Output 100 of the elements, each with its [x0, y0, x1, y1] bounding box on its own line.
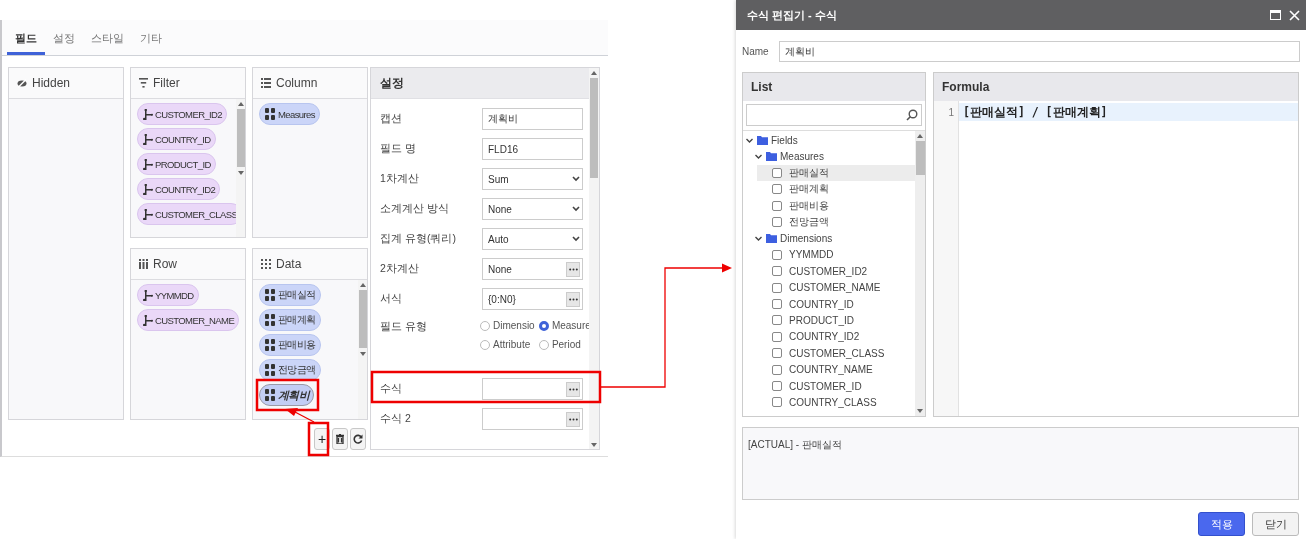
tree-item[interactable]: CUSTOMER_CLASS — [789, 347, 885, 359]
checkbox[interactable] — [772, 266, 782, 277]
ellipsis-button[interactable] — [566, 381, 580, 397]
scrollbar[interactable] — [358, 280, 367, 419]
delete-button[interactable] — [332, 428, 348, 450]
checkbox[interactable] — [772, 249, 782, 260]
tree-row[interactable]: CUSTOMER_NAME — [757, 279, 915, 296]
field-chip[interactable]: CUSTOMER_NAME — [137, 309, 240, 331]
radio-button[interactable] — [538, 339, 549, 350]
checkbox[interactable] — [772, 348, 782, 359]
tree-item[interactable]: Fields — [771, 134, 798, 146]
tree-row[interactable]: 판매비용 — [757, 197, 915, 214]
tree-item[interactable]: CUSTOMER_ID — [789, 380, 862, 392]
tree-item[interactable]: 전망금액 — [789, 215, 829, 230]
radio-button[interactable] — [538, 320, 549, 331]
field-chip[interactable]: 전망금액 — [259, 359, 321, 381]
tree-row[interactable]: 판매실적 — [757, 164, 915, 182]
field-chip[interactable]: PRODUCT_ID — [137, 153, 216, 175]
tree-row[interactable]: COUNTRY_ID — [757, 295, 915, 313]
field-chip[interactable]: YYMMDD — [137, 284, 199, 306]
checkbox[interactable] — [772, 331, 782, 342]
radio-option[interactable]: Period — [538, 339, 592, 350]
radio-option[interactable]: Attribute — [480, 339, 536, 350]
tree-item[interactable]: 판매실적 — [789, 165, 829, 180]
field-chip[interactable]: 계획비 — [259, 384, 315, 406]
ellipsis-button[interactable] — [566, 291, 580, 307]
tree-item[interactable]: PRODUCT_ID — [789, 315, 854, 326]
scrollbar[interactable] — [915, 131, 925, 416]
tree-row[interactable]: 판매계획 — [757, 181, 915, 198]
close-icon[interactable] — [1289, 9, 1300, 21]
close-button[interactable]: 닫기 — [1252, 512, 1299, 536]
tree-toggle[interactable] — [746, 136, 754, 144]
tree-row[interactable]: YYMMDD — [757, 246, 915, 264]
search-field[interactable] — [746, 104, 922, 126]
dropdown[interactable]: Sum — [482, 168, 583, 190]
tree-item[interactable]: COUNTRY_CLASS — [789, 396, 877, 408]
scrollbar[interactable] — [236, 99, 245, 237]
scroll-thumb[interactable] — [358, 290, 367, 348]
picker-field[interactable] — [482, 408, 583, 430]
field-chip[interactable]: 판매실적 — [259, 284, 321, 306]
picker-field[interactable]: {0:N0} — [482, 288, 583, 310]
field-chip[interactable]: Measures — [259, 103, 320, 125]
maximize-icon[interactable] — [1270, 10, 1281, 20]
checkbox[interactable] — [772, 184, 782, 195]
picker-field[interactable] — [482, 378, 583, 400]
tree-item[interactable]: CUSTOMER_ID2 — [789, 265, 868, 277]
tree-item[interactable]: Measures — [780, 151, 824, 163]
checkbox[interactable] — [772, 381, 782, 392]
checkbox[interactable] — [772, 282, 782, 293]
input-field[interactable]: 계획비 — [482, 108, 583, 130]
tree-item[interactable]: YYMMDD — [789, 249, 834, 261]
tree-row[interactable]: 전망금액 — [757, 213, 915, 231]
tree-row[interactable]: COUNTRY_ID2 — [757, 328, 915, 346]
tree-row[interactable]: PRODUCT_ID — [757, 312, 915, 329]
ellipsis-button[interactable] — [566, 261, 580, 277]
field-chip[interactable]: CUSTOMER_ID2 — [137, 103, 228, 125]
tree-row[interactable]: COUNTRY_NAME — [757, 361, 915, 378]
code-editor[interactable]: 1 [판매실적] / [판매계획] — [934, 101, 1298, 416]
tab[interactable]: 기타 — [132, 20, 170, 55]
radio-button[interactable] — [480, 320, 490, 331]
tree-row[interactable]: CUSTOMER_ID2 — [757, 263, 915, 280]
tree-item[interactable]: Dimensions — [780, 233, 833, 245]
checkbox[interactable] — [772, 364, 782, 375]
tree-row[interactable]: COUNTRY_CLASS — [757, 394, 915, 411]
checkbox[interactable] — [772, 315, 782, 326]
tree-toggle[interactable] — [755, 153, 763, 161]
field-chip[interactable]: COUNTRY_ID — [137, 128, 216, 150]
checkbox[interactable] — [772, 167, 782, 178]
checkbox[interactable] — [772, 200, 782, 211]
picker-field[interactable]: None — [482, 258, 583, 280]
dropdown[interactable]: Auto — [482, 228, 583, 250]
tab[interactable]: 필드 — [7, 20, 45, 55]
radio-option[interactable]: Dimensio — [480, 320, 536, 331]
ellipsis-button[interactable] — [566, 411, 580, 427]
field-chip[interactable]: CUSTOMER_CLASS — [137, 203, 236, 225]
field-chip[interactable]: 판매계획 — [259, 309, 321, 331]
tree-toggle[interactable] — [755, 235, 763, 243]
tree-item[interactable]: CUSTOMER_NAME — [789, 282, 881, 294]
refresh-button[interactable] — [350, 428, 366, 450]
tab[interactable]: 스타일 — [83, 20, 132, 55]
checkbox[interactable] — [772, 217, 782, 228]
radio-button[interactable] — [480, 339, 490, 350]
input-field[interactable]: FLD16 — [482, 138, 583, 160]
scrollbar[interactable] — [589, 68, 599, 449]
field-chip[interactable]: COUNTRY_ID2 — [137, 178, 221, 200]
tree-item[interactable]: COUNTRY_ID2 — [789, 331, 860, 343]
scroll-thumb[interactable] — [915, 141, 925, 175]
field-chip[interactable]: 판매비용 — [259, 334, 321, 356]
tree-item[interactable]: COUNTRY_ID — [789, 298, 854, 310]
tree-item[interactable]: COUNTRY_NAME — [789, 364, 873, 376]
scroll-thumb[interactable] — [236, 109, 245, 167]
input-field[interactable]: 계획비 — [778, 41, 1300, 62]
dropdown[interactable]: None — [482, 198, 583, 220]
checkbox[interactable] — [772, 397, 782, 408]
tab[interactable]: 설정 — [45, 20, 83, 55]
radio-option[interactable]: Measure — [538, 320, 592, 331]
tree-item[interactable]: 판매계획 — [789, 182, 829, 197]
tree-row[interactable]: CUSTOMER_ID — [757, 377, 915, 395]
tree-row[interactable]: CUSTOMER_CLASS — [757, 345, 915, 362]
checkbox[interactable] — [772, 299, 782, 310]
